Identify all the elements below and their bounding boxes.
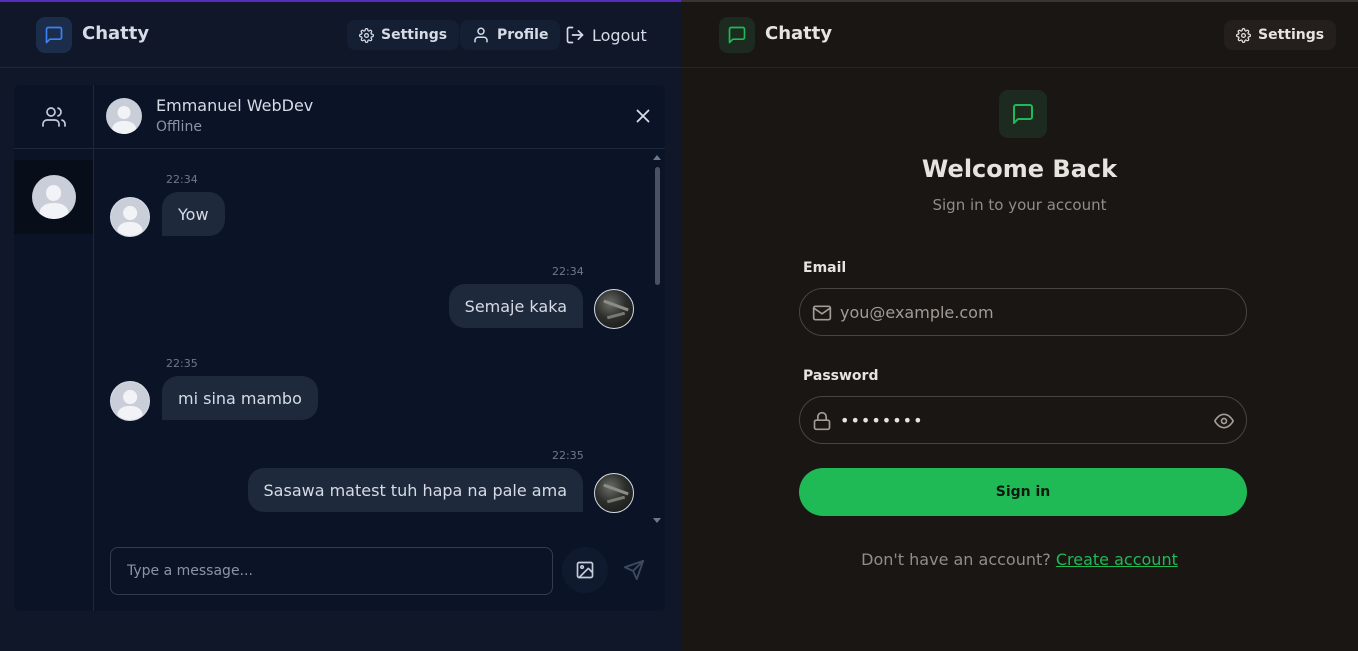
chat-container: Emmanuel WebDev Offline 22:34 Yow 22:34 … <box>14 85 665 611</box>
top-navbar: Chatty Settings Profile Logout <box>0 2 681 68</box>
signup-prompt: Don't have an account? Create account <box>681 550 1358 569</box>
sender-avatar <box>110 197 150 237</box>
contact-item[interactable] <box>14 160 93 234</box>
password-field[interactable] <box>799 396 1247 444</box>
message-time: 22:35 <box>166 357 198 370</box>
signup-prompt-text: Don't have an account? <box>861 550 1051 569</box>
settings-label: Settings <box>381 27 448 43</box>
settings-label: Settings <box>1258 27 1325 43</box>
brand-name[interactable]: Chatty <box>82 23 149 44</box>
message-bubble: mi sina mambo <box>162 376 318 420</box>
mail-icon <box>812 305 832 321</box>
contact-name: Emmanuel WebDev <box>156 96 314 115</box>
message-composer <box>94 529 665 611</box>
contact-avatar <box>31 175 76 219</box>
logout-icon <box>566 26 584 44</box>
attach-image-button[interactable] <box>562 547 608 593</box>
message-time: 22:35 <box>552 449 584 462</box>
scroll-down-arrow[interactable] <box>653 518 661 523</box>
user-icon <box>474 27 488 43</box>
right-app-window: Chatty Settings Welcome Back Sign in to … <box>681 0 1358 651</box>
send-button[interactable] <box>616 547 652 593</box>
email-field[interactable] <box>799 288 1247 336</box>
contacts-header <box>14 85 93 149</box>
scroll-up-arrow[interactable] <box>653 155 661 160</box>
top-navbar: Chatty Settings <box>681 2 1358 68</box>
logo-icon[interactable] <box>719 17 755 53</box>
lock-icon <box>813 411 831 431</box>
message-bubble: Yow <box>162 192 225 236</box>
sender-avatar <box>110 381 150 421</box>
message-input[interactable] <box>110 547 553 595</box>
email-label: Email <box>803 260 847 276</box>
contact-status: Offline <box>156 119 202 135</box>
my-avatar <box>594 473 634 513</box>
settings-button[interactable]: Settings <box>347 20 460 50</box>
chat-header: Emmanuel WebDev Offline <box>94 85 665 149</box>
users-icon <box>41 106 66 127</box>
password-label: Password <box>803 368 879 384</box>
message-square-icon <box>999 90 1047 138</box>
eye-icon[interactable] <box>1214 411 1234 431</box>
profile-label: Profile <box>497 27 549 43</box>
message-time: 22:34 <box>166 173 198 186</box>
chat-panel: Emmanuel WebDev Offline 22:34 Yow 22:34 … <box>94 85 665 611</box>
logout-button[interactable]: Logout <box>553 20 659 50</box>
message-time: 22:34 <box>552 265 584 278</box>
login-subtitle: Sign in to your account <box>932 196 1107 214</box>
password-input[interactable] <box>840 397 1200 443</box>
sign-in-button[interactable]: Sign in <box>799 468 1247 516</box>
email-input[interactable] <box>840 289 1200 335</box>
brand-name[interactable]: Chatty <box>765 23 832 44</box>
contacts-sidebar <box>14 85 94 611</box>
scroll-thumb[interactable] <box>655 167 660 285</box>
chat-contact-avatar <box>106 98 142 134</box>
message-bubble: Sasawa matest tuh hapa na pale ama <box>247 468 583 512</box>
logo-icon[interactable] <box>36 17 72 53</box>
logout-label: Logout <box>592 25 647 45</box>
login-title: Welcome Back <box>921 155 1118 183</box>
create-account-link[interactable]: Create account <box>1056 550 1178 569</box>
my-avatar <box>594 289 634 329</box>
close-icon[interactable] <box>632 105 654 127</box>
message-list: 22:34 Yow 22:34 Semaje kaka 22:35 mi sin… <box>94 149 665 529</box>
scrollbar[interactable] <box>652 155 662 527</box>
left-app-window: Chatty Settings Profile Logout Emmanuel … <box>0 0 681 651</box>
profile-button[interactable]: Profile <box>460 20 561 50</box>
gear-icon <box>359 27 374 43</box>
gear-icon <box>1236 27 1251 43</box>
send-icon <box>623 559 645 581</box>
message-bubble: Semaje kaka <box>448 284 583 328</box>
settings-button[interactable]: Settings <box>1224 20 1337 50</box>
image-icon <box>576 561 594 579</box>
